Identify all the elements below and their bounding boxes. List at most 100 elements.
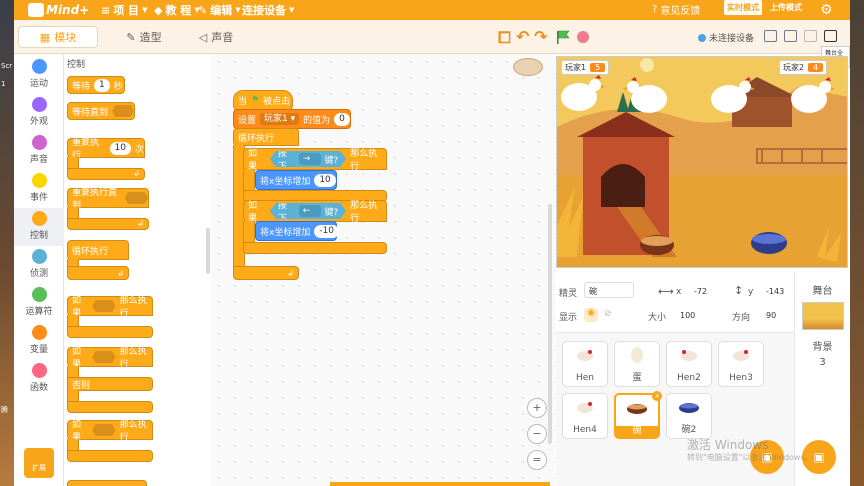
variable-monitor-player1[interactable]: 玩家1 5 (561, 60, 610, 75)
sprite-tile-hen4[interactable]: Hen4 (562, 393, 608, 439)
hen-icon (719, 342, 763, 368)
boolean-slot (92, 424, 116, 436)
loop-arrow-icon: ↲ (287, 269, 294, 278)
boolean-slot (92, 351, 116, 363)
tab-sounds[interactable]: ◁ 声音 (176, 26, 256, 48)
category-dot-icon (31, 287, 47, 302)
sprite-tile-hen3[interactable]: Hen3 (718, 341, 764, 387)
palette-scrollbar[interactable] (206, 228, 210, 274)
hen-icon (563, 394, 607, 420)
category-functions[interactable]: 函数 (14, 360, 64, 398)
category-looks[interactable]: 外观 (14, 94, 64, 132)
loop-arrow-icon: ↲ (137, 219, 144, 228)
realtime-mode-button[interactable]: 实时模式 (724, 0, 762, 15)
boolean-slot (124, 192, 148, 204)
bowl-icon (667, 394, 711, 420)
desktop-right-edge (850, 0, 864, 486)
stage-thumbnail[interactable] (801, 302, 844, 330)
menu-project[interactable]: ≡ 项 目 ▼ (101, 2, 147, 18)
category-events[interactable]: 事件 (14, 170, 64, 208)
speaker-icon: ◁ (198, 30, 208, 44)
normal-stage-icon[interactable] (784, 30, 797, 42)
menu-icon-list: ≡ (101, 3, 111, 17)
stage-canvas[interactable]: 玩家1 5 玩家2 4 (556, 56, 848, 268)
category-motion[interactable]: 运动 (14, 56, 64, 94)
device-status-icon (698, 33, 706, 42)
key-dropdown[interactable]: → ▾ (299, 153, 322, 165)
menubar: Mind+ ≡ 项 目 ▼ ◆ 教 程 ▼ ✎ 编辑 ▼ 连接设备 ▼ ? 意见… (14, 0, 850, 20)
undo-icon[interactable]: ↶ (516, 27, 529, 46)
category-sound[interactable]: 声音 (14, 132, 64, 170)
menu-connect-device[interactable]: 连接设备 ▼ (242, 2, 294, 18)
sprite-tile-hen[interactable]: Hen (562, 341, 608, 387)
direction-input[interactable]: 90 (766, 311, 776, 320)
stage-scene (557, 57, 847, 267)
delete-icon[interactable]: × (652, 391, 662, 401)
green-flag-icon: ⚑ (251, 95, 260, 105)
zoom-reset-icon[interactable]: = (527, 450, 547, 470)
green-flag-icon[interactable] (556, 30, 570, 44)
gear-icon[interactable]: ⚙ (820, 2, 833, 18)
sprite-tile-bowl2[interactable]: 碗2 (666, 393, 712, 439)
show-eye-icon[interactable]: ◉ (584, 308, 598, 322)
size-input[interactable]: 100 (680, 311, 695, 320)
category-sensing[interactable]: 侦测 (14, 246, 64, 284)
x-input[interactable]: -72 (694, 287, 707, 296)
hen-icon (563, 342, 607, 368)
tab-costumes[interactable]: ✎ 造型 (104, 26, 184, 48)
block-set-variable[interactable]: 设置 玩家1 ▾ 的值为 0 (233, 109, 351, 129)
script-scrollbar[interactable] (548, 204, 552, 444)
key-dropdown[interactable]: ← ▾ (299, 205, 322, 217)
hide-eye-icon[interactable]: ⊘ (604, 309, 612, 319)
sprite-tile-hen2[interactable]: Hen2 (666, 341, 712, 387)
logo-icon (28, 3, 44, 17)
category-variables[interactable]: 变量 (14, 322, 64, 360)
fullscreen-icon[interactable] (824, 30, 837, 42)
sprite-info-panel: 精灵 碗 ⟷ x -72 ↕ y -143 显示 ◉ ⊘ 大小 100 方向 9… (556, 272, 794, 330)
key-pressed-left[interactable]: 按下 ← ▾ 键? (270, 203, 346, 219)
menu-tutorial[interactable]: ◆ 教 程 ▼ (154, 2, 200, 18)
app-logo: Mind+ (28, 1, 89, 19)
sprite-tile-bowl[interactable]: 碗 × (614, 391, 662, 439)
menu-edit[interactable]: ✎ 编辑 ▼ (198, 2, 241, 18)
y-input[interactable]: -143 (766, 287, 784, 296)
zoom-out-icon[interactable]: − (527, 424, 547, 444)
category-dot-icon (31, 211, 47, 226)
variable-monitor-player2[interactable]: 玩家2 4 (779, 60, 828, 75)
chevron-down-icon: ▼ (235, 6, 241, 14)
x-arrows-icon: ⟷ (658, 285, 674, 298)
block-partial[interactable] (67, 480, 147, 486)
category-operators[interactable]: 运算符 (14, 284, 64, 322)
extensions-button[interactable]: 扩展 (24, 448, 54, 478)
variable-dropdown[interactable]: 玩家1 ▾ (260, 113, 300, 125)
egg-icon (615, 342, 659, 368)
category-dot-icon (31, 97, 47, 112)
bottom-accent-bar (330, 482, 550, 486)
block-when-flag-clicked[interactable]: 当 ⚑ 被点击 (233, 90, 293, 110)
block-wait-until[interactable]: 等待直到 (67, 102, 135, 120)
category-dot-icon (31, 135, 47, 150)
feedback-link[interactable]: ? 意见反馈 (652, 2, 700, 17)
device-status[interactable]: 未连接设备 (698, 31, 754, 44)
script-area[interactable]: 当 ⚑ 被点击 设置 玩家1 ▾ 的值为 0 循环执行 ↲ 如果 按下 → ▾ (211, 54, 555, 486)
upload-mode-button[interactable]: 上传模式 (770, 2, 802, 13)
category-dot-icon (31, 59, 47, 74)
bowl-icon (616, 395, 658, 421)
category-dot-icon (31, 363, 47, 378)
palette-title: 控制 (67, 60, 86, 70)
hide-stage-icon[interactable] (804, 30, 817, 42)
sprite-name-input[interactable]: 碗 (584, 282, 634, 298)
stop-icon[interactable] (577, 31, 589, 43)
small-stage-icon[interactable] (764, 30, 777, 42)
zoom-in-icon[interactable]: + (527, 398, 547, 418)
key-pressed-right[interactable]: 按下 → ▾ 键? (270, 151, 346, 167)
windows-activation-watermark: 激活 Windows (687, 438, 769, 452)
crop-icon[interactable]: ⧠ (498, 28, 511, 48)
category-control[interactable]: 控制 (14, 208, 64, 246)
redo-icon[interactable]: ↷ (534, 27, 547, 46)
block-wait[interactable]: 等待 1 秒 (67, 76, 125, 94)
tab-blocks[interactable]: ▦ 模块 (18, 26, 98, 48)
block-change-x-left[interactable]: 将x坐标增加 -10 (255, 221, 340, 241)
block-change-x-right[interactable]: 将x坐标增加 10 (255, 170, 337, 190)
sprite-tile-egg[interactable]: 蛋 (614, 341, 660, 387)
